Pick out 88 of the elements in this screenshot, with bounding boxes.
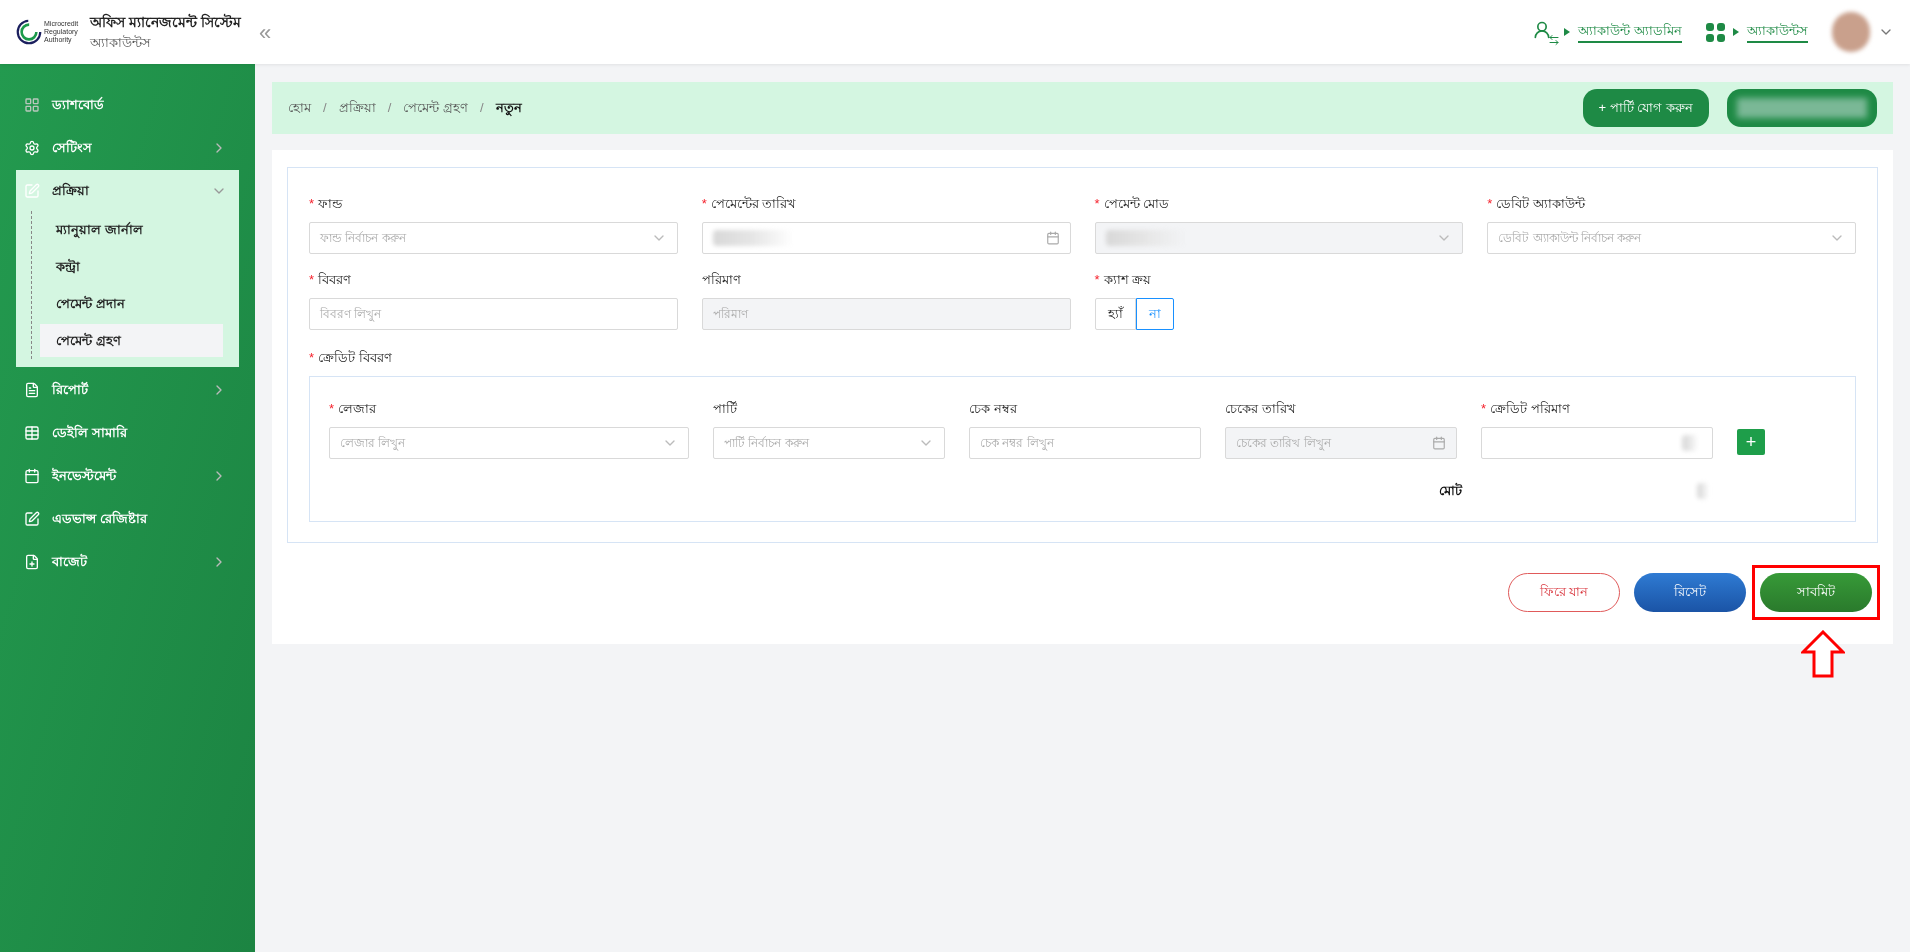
field-label-text: পরিমাণ	[701, 272, 741, 287]
app-subtitle: অ্যাকাউন্টস	[90, 33, 153, 52]
field-label-text: ক্রেডিট পরিমাণ	[1490, 401, 1570, 416]
required-asterisk: *	[329, 401, 335, 416]
required-asterisk: *	[1094, 272, 1100, 287]
document-plus-icon	[24, 553, 40, 570]
calendar-icon	[1045, 231, 1060, 245]
placeholder-text: চেক নম্বর লিখুন	[980, 435, 1056, 452]
toggle-option[interactable]: না	[1135, 298, 1174, 330]
reset-button[interactable]: রিসেট	[1634, 572, 1746, 612]
document-icon	[24, 381, 40, 398]
required-asterisk: *	[309, 350, 315, 365]
table-icon	[24, 424, 40, 441]
field-label-text: পেমেন্ট মোড	[1103, 196, 1170, 211]
toggle-option[interactable]: হ্যাঁ	[1094, 298, 1136, 330]
input-field[interactable]	[1481, 427, 1713, 459]
add-row-button[interactable]: +	[1737, 429, 1765, 455]
pen-icon	[24, 510, 40, 527]
breadcrumb-item[interactable]: প্রক্রিয়া	[338, 98, 376, 118]
sidebar-item[interactable]: ড্যাশবোর্ড	[52, 94, 227, 115]
field-label-text: ক্যাশ ক্রয়	[1103, 272, 1152, 287]
sidebar-item[interactable]: এডভান্স রেজিষ্টার	[52, 508, 227, 529]
avatar[interactable]	[1832, 12, 1870, 52]
breadcrumb-item[interactable]: হোম	[288, 98, 311, 118]
user-switch-icon[interactable]	[1532, 20, 1557, 44]
input-field[interactable]: বিবরণ লিখুন	[309, 298, 678, 330]
field-label-text: বিবরণ	[318, 272, 352, 287]
required-asterisk: *	[701, 196, 707, 211]
submenu-item[interactable]: পেমেন্ট প্রদান	[40, 287, 223, 320]
sidebar-item[interactable]: সেটিংস	[52, 137, 199, 158]
breadcrumb-item: নতুন	[495, 99, 522, 118]
date-field[interactable]	[701, 222, 1071, 254]
header-link[interactable]: অ্যাকাউন্ট অ্যাডমিন	[1578, 21, 1682, 43]
placeholder-text: বিবরণ লিখুন	[320, 306, 383, 323]
placeholder-text: পার্টি নির্বাচন করুন	[724, 435, 811, 452]
sidebar-item[interactable]: বাজেট	[52, 551, 199, 572]
placeholder-text: ফান্ড নির্বাচন করুন	[320, 230, 408, 247]
breadcrumb-item[interactable]: পেমেন্ট গ্রহণ	[403, 98, 468, 118]
field-label-text: ডেবিট অ্যাকাউন্ট	[1496, 196, 1585, 211]
field-label-text: ক্রেডিট বিবরণ	[318, 350, 392, 365]
total-label: মোট	[1439, 482, 1462, 500]
sidebar-item[interactable]: রিপোর্ট	[52, 379, 199, 400]
submenu-item[interactable]: পেমেন্ট গ্রহণ	[40, 324, 223, 357]
required-asterisk: *	[1487, 196, 1493, 211]
breadcrumb-separator: /	[479, 99, 484, 118]
sidebar-item[interactable]: ইনভেস্টমেন্ট	[52, 465, 199, 486]
submenu-item[interactable]: কন্ট্রা	[40, 250, 223, 283]
add-party-button[interactable]: + পার্টি যোগ করুন	[1582, 89, 1709, 127]
blurred-button[interactable]	[1727, 89, 1877, 127]
sidebar-item[interactable]: প্রক্রিয়া	[52, 180, 199, 201]
required-asterisk: *	[309, 196, 315, 211]
field-label-text: পার্টি	[713, 401, 737, 416]
required-asterisk: *	[1481, 401, 1487, 416]
field-label-text: চেকের তারিখ	[1225, 401, 1296, 416]
breadcrumb-separator: /	[387, 99, 392, 118]
apps-grid-icon[interactable]	[1706, 22, 1725, 42]
caret-right-icon	[1564, 28, 1571, 36]
placeholder-text: লেজার লিখুন	[340, 435, 407, 452]
document-edit-icon	[24, 182, 40, 199]
collapse-button[interactable]: «	[259, 15, 272, 49]
submenu-item[interactable]: ম্যানুয়াল জার্নাল	[40, 213, 223, 246]
header-link[interactable]: অ্যাকাউন্টস	[1747, 21, 1808, 43]
placeholder-text: চেকের তারিখ লিখুন	[1236, 435, 1333, 452]
field-label-text: ফান্ড	[318, 196, 343, 211]
required-asterisk: *	[1094, 196, 1100, 211]
submit-button[interactable]: সাবমিট	[1760, 572, 1872, 612]
placeholder-text: পরিমাণ	[712, 306, 750, 323]
input-field[interactable]: চেক নম্বর লিখুন	[969, 427, 1201, 459]
sidebar-item[interactable]: ডেইলি সামারি	[52, 422, 227, 443]
logo-rings-icon	[16, 19, 42, 45]
select-field[interactable]: লেজার লিখুন	[329, 427, 689, 459]
field-label-text: লেজার	[338, 401, 377, 416]
select-field[interactable]: ফান্ড নির্বাচন করুন	[309, 222, 678, 254]
app-title: অফিস ম্যানেজমেন্ট সিস্টেম	[90, 12, 241, 32]
select-field[interactable]: ডেবিট অ্যাকাউন্ট নির্বাচন করুন	[1487, 222, 1856, 254]
select-field[interactable]: পার্টি নির্বাচন করুন	[713, 427, 945, 459]
blurred-value	[1697, 482, 1709, 499]
grid-icon	[24, 96, 40, 113]
settings-icon	[24, 139, 40, 156]
required-asterisk: *	[309, 272, 315, 287]
field-label-text: চেক নম্বর	[969, 401, 1017, 416]
caret-right-icon	[1733, 28, 1739, 36]
placeholder-text: ডেবিট অ্যাকাউন্ট নির্বাচন করুন	[1498, 230, 1643, 247]
calendar-icon	[24, 467, 40, 484]
back-button[interactable]: ফিরে যান	[1508, 572, 1620, 612]
field-label-text: পেমেন্টের তারিখ	[710, 196, 797, 211]
calendar-icon	[1432, 436, 1446, 450]
breadcrumb-separator: /	[323, 99, 327, 118]
